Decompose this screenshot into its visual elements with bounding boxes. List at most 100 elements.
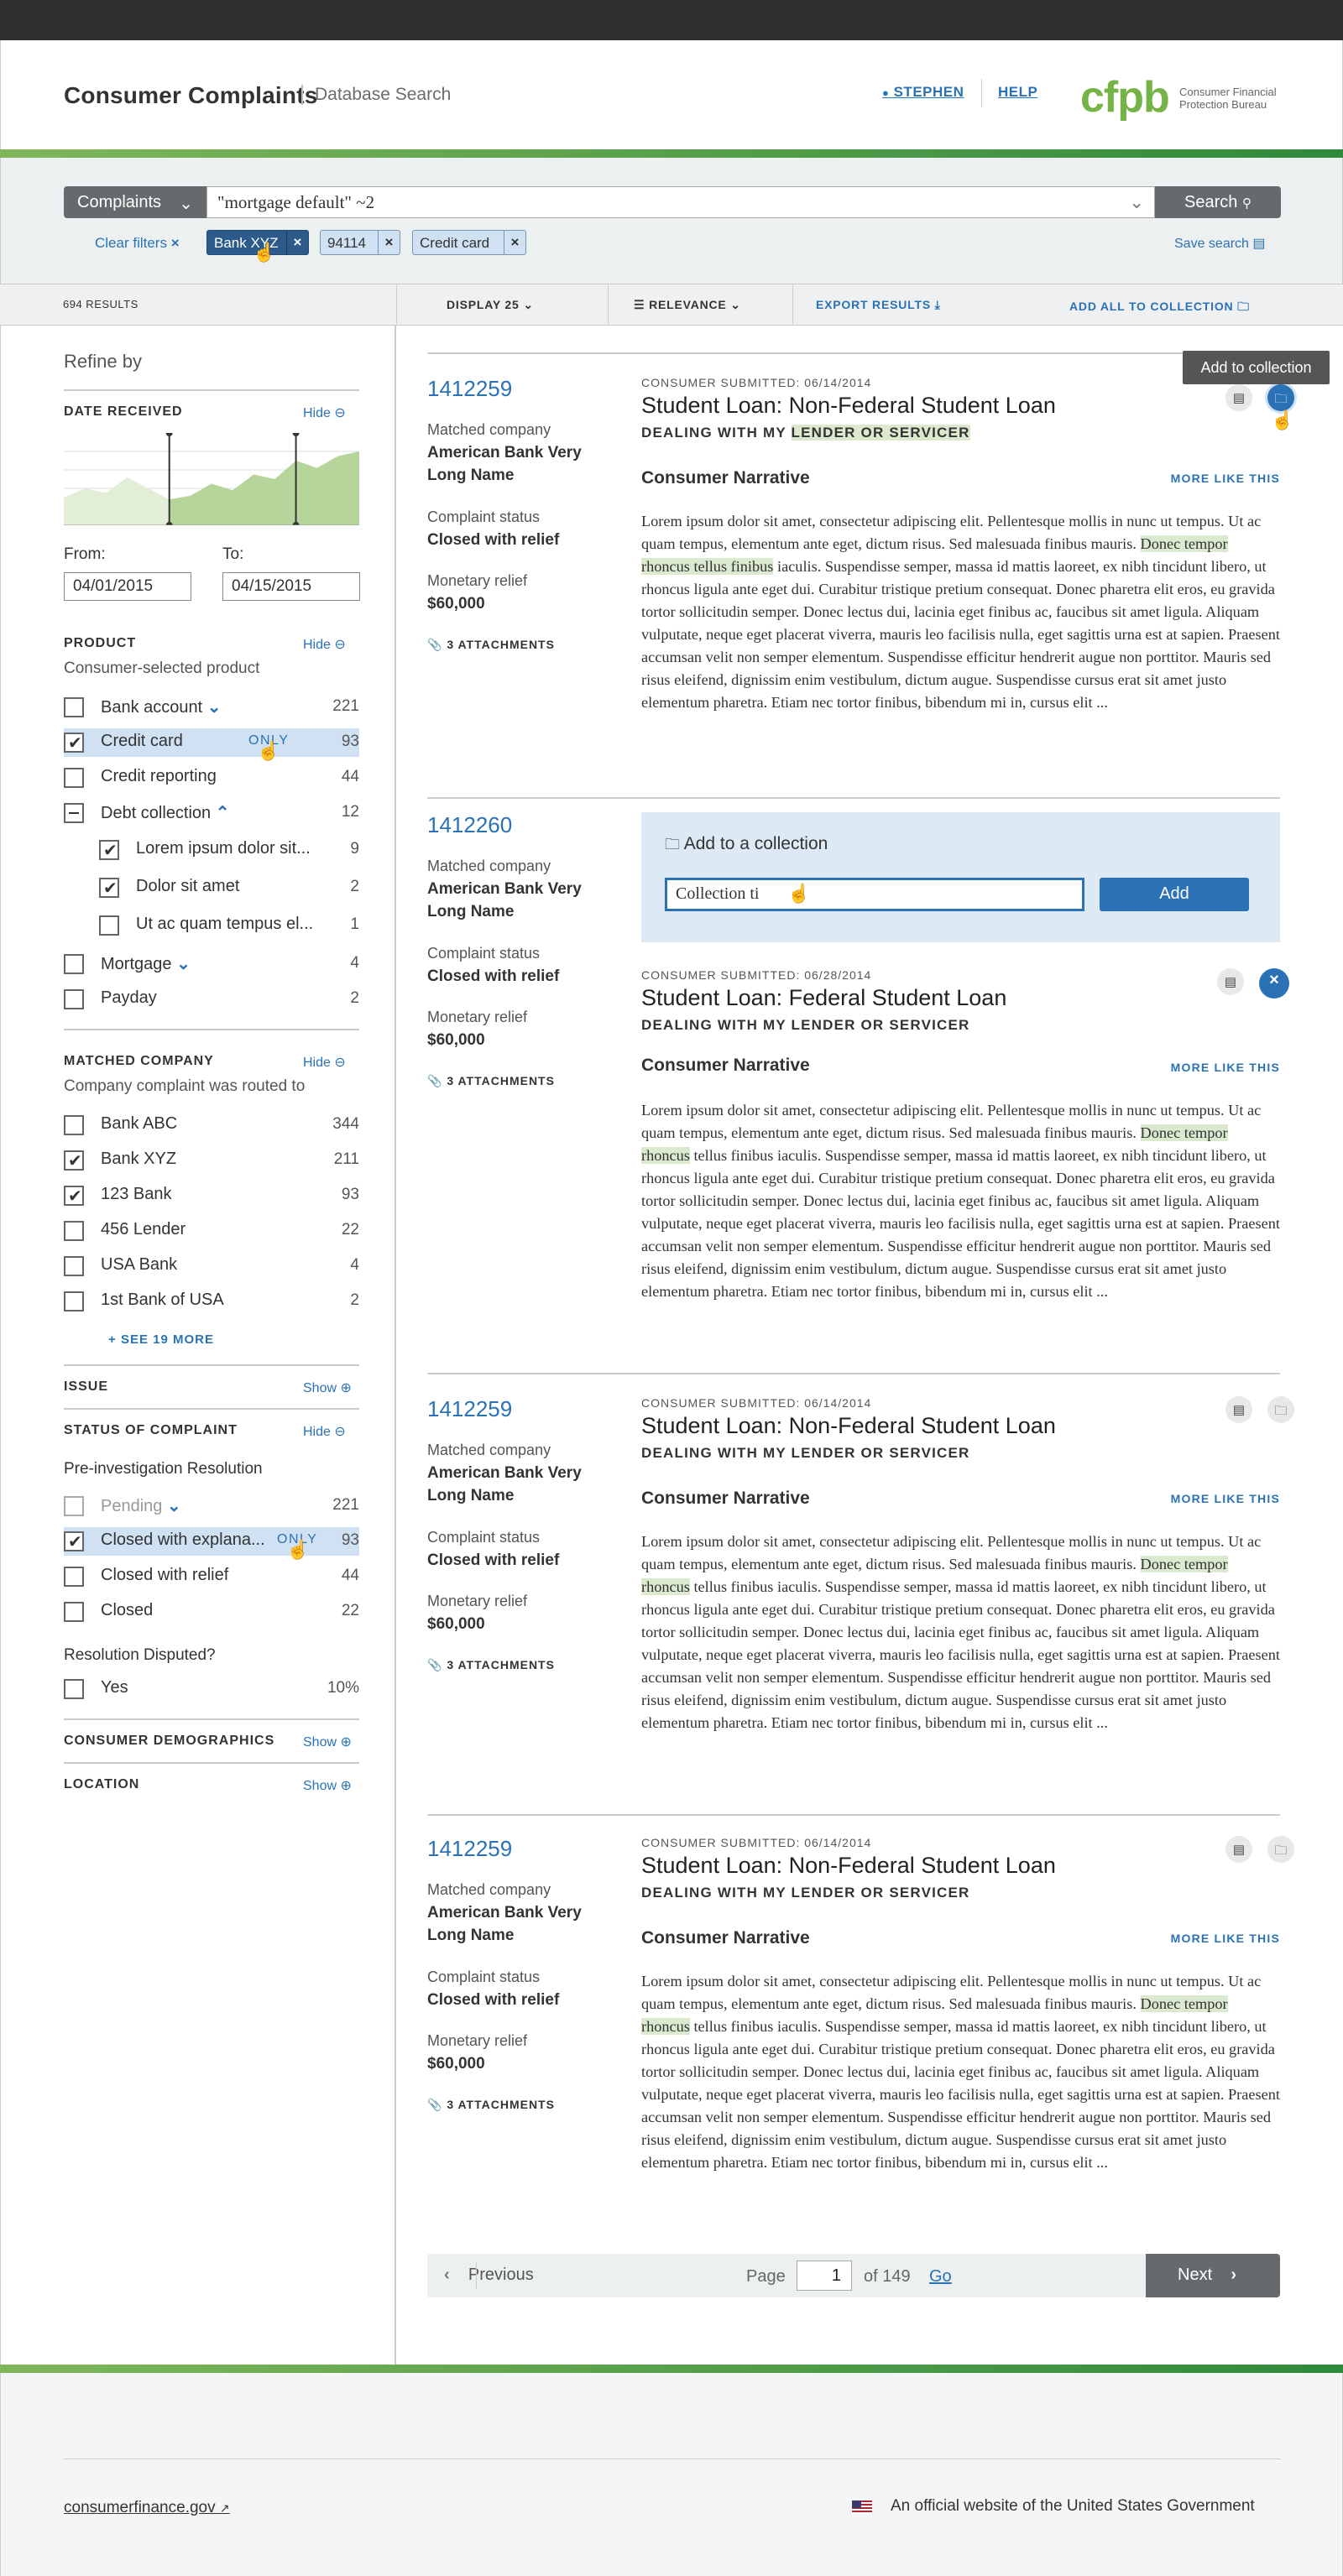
- cfpb-logo[interactable]: cfpb Consumer Financial Protection Burea…: [1080, 76, 1282, 123]
- next-button[interactable]: Next ›: [1146, 2254, 1280, 2297]
- see-more-link[interactable]: + SEE 19 MORE: [108, 1332, 214, 1347]
- disputed-yes[interactable]: Yes 10%: [64, 1675, 359, 1703]
- company-1st-bank[interactable]: 1st Bank of USA 2: [64, 1287, 359, 1316]
- checkbox[interactable]: [64, 989, 84, 1009]
- company-456-lender[interactable]: 456 Lender 22: [64, 1217, 359, 1245]
- checkbox[interactable]: [64, 1256, 84, 1276]
- product-credit-reporting[interactable]: Credit reporting 44: [64, 764, 359, 792]
- close-icon[interactable]: ×: [286, 231, 308, 254]
- folder-icon[interactable]: 🗀: [1267, 1396, 1294, 1423]
- product-sub-2[interactable]: Dolor sit amet 2: [99, 873, 359, 902]
- demographics-show-toggle[interactable]: Show ⊕: [303, 1734, 352, 1750]
- date-to-input[interactable]: 04/15/2015: [222, 572, 360, 601]
- close-icon[interactable]: ×: [1259, 968, 1289, 999]
- checkbox[interactable]: [64, 1567, 84, 1587]
- search-input[interactable]: "mortgage default" ~2 ⌄: [206, 186, 1155, 218]
- checkbox[interactable]: [64, 1531, 84, 1552]
- attachments-link[interactable]: 📎 3 ATTACHMENTS: [427, 1074, 555, 1088]
- complaint-id-link[interactable]: 1412259: [427, 376, 512, 402]
- checkbox[interactable]: [64, 697, 84, 717]
- chevron-down-icon[interactable]: ⌄: [1129, 192, 1144, 213]
- company-bank-abc[interactable]: Bank ABC 344: [64, 1111, 359, 1139]
- company-bank-xyz[interactable]: Bank XYZ 211: [64, 1146, 359, 1175]
- company-hide-toggle[interactable]: Hide ⊖: [303, 1054, 346, 1071]
- filter-chip-credit-card[interactable]: Credit card ×: [412, 230, 526, 255]
- status-hide-toggle[interactable]: Hide ⊖: [303, 1423, 346, 1440]
- product-hide-toggle[interactable]: Hide ⊖: [303, 636, 346, 653]
- company-123-bank[interactable]: 123 Bank 93: [64, 1181, 359, 1210]
- status-closed-explanation[interactable]: Closed with explana...ONLY93: [64, 1527, 359, 1556]
- status-closed-relief[interactable]: Closed with relief 44: [64, 1562, 359, 1591]
- previous-button[interactable]: ‹ Previous: [427, 2254, 545, 2297]
- folder-icon[interactable]: 🗀: [1267, 1836, 1294, 1863]
- status-pending[interactable]: Pending ⌄ 221: [64, 1492, 359, 1520]
- search-type-select[interactable]: Complaints ⌄: [64, 186, 206, 218]
- complaint-id-link[interactable]: 1412260: [427, 812, 512, 838]
- checkbox[interactable]: [99, 878, 119, 899]
- save-search-link[interactable]: Save search ▤: [1174, 235, 1266, 252]
- clear-filters-link[interactable]: Clear filters ×: [95, 235, 180, 252]
- product-sub-1[interactable]: Lorem ipsum dolor sit... 9: [99, 836, 359, 864]
- close-icon[interactable]: ×: [378, 231, 400, 254]
- more-like-this-link[interactable]: MORE LIKE THIS: [1171, 472, 1280, 485]
- more-like-this-link[interactable]: MORE LIKE THIS: [1171, 1492, 1280, 1505]
- date-received-chart[interactable]: [64, 433, 359, 525]
- checkbox[interactable]: [64, 1679, 84, 1699]
- chevron-down-icon[interactable]: ⌄: [176, 955, 191, 973]
- product-bank-account[interactable]: Bank account ⌄ 221: [64, 693, 359, 722]
- checkbox[interactable]: [99, 915, 119, 936]
- product-debt-collection[interactable]: Debt collection ⌃ 12: [64, 799, 359, 827]
- user-link[interactable]: ● STEPHEN: [882, 84, 964, 101]
- checkbox[interactable]: [64, 1496, 84, 1516]
- chevron-down-icon[interactable]: ⌄: [207, 698, 222, 717]
- more-like-this-link[interactable]: MORE LIKE THIS: [1171, 1932, 1280, 1945]
- checkbox[interactable]: [64, 1150, 84, 1171]
- export-results-link[interactable]: EXPORT RESULTS ⤓: [816, 298, 941, 312]
- checkbox[interactable]: [64, 768, 84, 788]
- checkbox[interactable]: [64, 1291, 84, 1311]
- display-select[interactable]: DISPLAY 25 ⌄: [447, 298, 534, 312]
- date-hide-toggle[interactable]: Hide ⊖: [303, 404, 346, 421]
- result-title[interactable]: Student Loan: Non-Federal Student Loan: [641, 1413, 1056, 1439]
- product-credit-card[interactable]: Credit cardONLY93: [64, 728, 359, 757]
- filter-chip-94114[interactable]: 94114 ×: [320, 230, 400, 255]
- checkbox[interactable]: [64, 954, 84, 974]
- add-all-to-collection-link[interactable]: ADD ALL TO COLLECTION 🗀: [1069, 298, 1250, 318]
- help-link[interactable]: HELP: [998, 84, 1037, 101]
- status-closed[interactable]: Closed 22: [64, 1598, 359, 1626]
- more-like-this-link[interactable]: MORE LIKE THIS: [1171, 1061, 1280, 1074]
- collection-title-input[interactable]: Collection ti: [665, 878, 1084, 911]
- checkbox[interactable]: [99, 840, 119, 861]
- checkbox[interactable]: [64, 733, 84, 754]
- comment-icon[interactable]: ▤: [1217, 968, 1244, 995]
- app-title[interactable]: Consumer Complaints: [64, 82, 318, 109]
- search-button[interactable]: Search ⚲: [1155, 186, 1281, 218]
- company-usa-bank[interactable]: USA Bank 4: [64, 1252, 359, 1280]
- comment-icon[interactable]: ▤: [1225, 1396, 1252, 1423]
- attachments-link[interactable]: 📎 3 ATTACHMENTS: [427, 2098, 555, 2112]
- product-sub-3[interactable]: Ut ac quam tempus el... 1: [99, 911, 359, 940]
- attachments-link[interactable]: 📎 3 ATTACHMENTS: [427, 638, 555, 652]
- page-input[interactable]: 1: [797, 2261, 852, 2291]
- result-title[interactable]: Student Loan: Federal Student Loan: [641, 985, 1006, 1011]
- location-show-toggle[interactable]: Show ⊕: [303, 1777, 352, 1794]
- issue-show-toggle[interactable]: Show ⊕: [303, 1379, 352, 1396]
- comment-icon[interactable]: ▤: [1225, 384, 1252, 411]
- checkbox[interactable]: [64, 1221, 84, 1241]
- folder-icon[interactable]: 🗀: [1267, 384, 1294, 411]
- sort-select[interactable]: ☰ RELEVANCE ⌄: [634, 298, 741, 312]
- complaint-id-link[interactable]: 1412259: [427, 1836, 512, 1862]
- product-payday[interactable]: Payday 2: [64, 985, 359, 1014]
- add-button[interactable]: Add: [1100, 878, 1249, 911]
- result-title[interactable]: Student Loan: Non-Federal Student Loan: [641, 393, 1056, 419]
- attachments-link[interactable]: 📎 3 ATTACHMENTS: [427, 1658, 555, 1672]
- result-title[interactable]: Student Loan: Non-Federal Student Loan: [641, 1853, 1056, 1879]
- close-icon[interactable]: ×: [504, 231, 525, 254]
- complaint-id-link[interactable]: 1412259: [427, 1396, 512, 1422]
- checkbox[interactable]: [64, 803, 84, 823]
- checkbox[interactable]: [64, 1115, 84, 1135]
- chevron-down-icon[interactable]: ⌄: [167, 1497, 181, 1515]
- go-link[interactable]: Go: [929, 2267, 952, 2287]
- date-from-input[interactable]: 04/01/2015: [64, 572, 191, 601]
- chevron-up-icon[interactable]: ⌃: [216, 804, 230, 822]
